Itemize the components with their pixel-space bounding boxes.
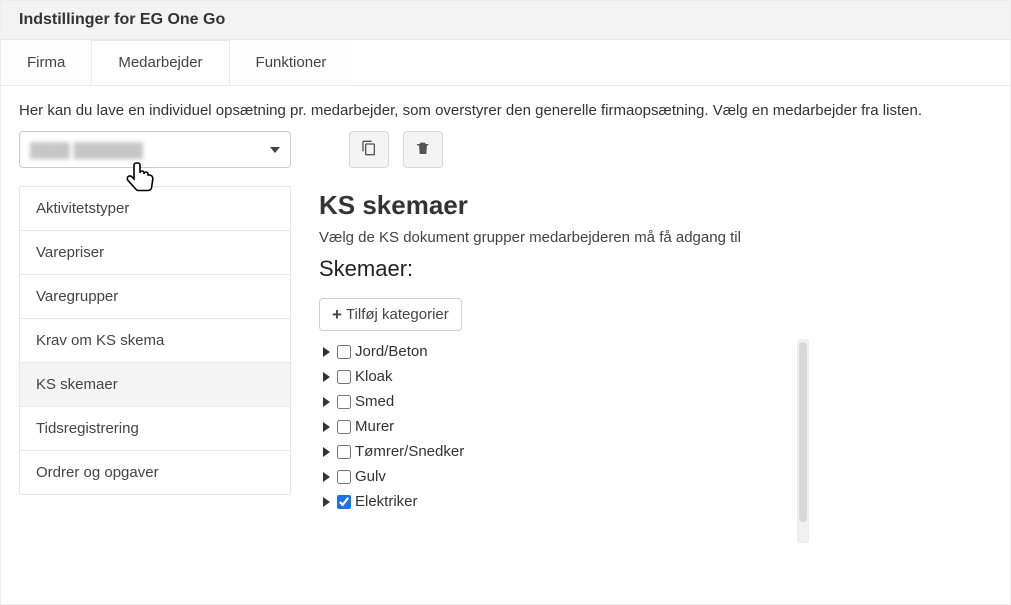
expand-icon[interactable] [319,347,333,357]
expand-icon[interactable] [319,472,333,482]
page-title: Indstillinger for EG One Go [1,1,1010,40]
section-subheading: Skemaer: [319,256,992,282]
sidebar-item-0[interactable]: Aktivitetstyper [20,187,290,231]
scrollbar-thumb[interactable] [799,342,807,522]
sidebar-item-5[interactable]: Tidsregistrering [20,407,290,451]
tab-medarbejder[interactable]: Medarbejder [91,40,229,85]
category-checkbox[interactable] [337,495,351,509]
category-row: Smed [319,389,791,414]
category-label[interactable]: Smed [355,393,394,410]
main-column: KS skemaer Vælg de KS dokument grupper m… [319,186,992,514]
category-row: Kloak [319,364,791,389]
chevron-down-icon [270,147,280,153]
category-checkbox[interactable] [337,470,351,484]
category-checkbox[interactable] [337,445,351,459]
sidebar-item-1[interactable]: Varepriser [20,231,290,275]
category-row: Murer [319,414,791,439]
expand-icon[interactable] [319,372,333,382]
add-categories-label: Tilføj kategorier [346,306,449,323]
copy-button[interactable] [349,131,389,168]
top-controls: ████ ███████ [1,125,1010,178]
category-tree: Jord/Beton Kloak Smed Murer Tømrer/Snedk… [319,339,809,514]
scrollbar[interactable] [797,339,809,543]
category-label[interactable]: Gulv [355,468,386,485]
expand-icon[interactable] [319,447,333,457]
category-checkbox[interactable] [337,395,351,409]
expand-icon[interactable] [319,422,333,432]
section-description: Vælg de KS dokument grupper medarbejdere… [319,229,992,246]
category-row: Jord/Beton [319,339,791,364]
tab-firma[interactable]: Firma [1,40,91,85]
sidebar-item-6[interactable]: Ordrer og opgaver [20,451,290,494]
category-label[interactable]: Tømrer/Snedker [355,443,464,460]
plus-icon: + [332,306,342,323]
category-tree-wrap: Jord/Beton Kloak Smed Murer Tømrer/Snedk… [319,339,809,514]
sidebar-item-2[interactable]: Varegrupper [20,275,290,319]
delete-button[interactable] [403,131,443,168]
trash-icon [415,140,431,159]
expand-icon[interactable] [319,397,333,407]
category-label[interactable]: Elektriker [355,493,418,510]
sidebar-item-4[interactable]: KS skemaer [20,363,290,407]
category-row: Gulv [319,464,791,489]
category-checkbox[interactable] [337,345,351,359]
sidebar-item-3[interactable]: Krav om KS skema [20,319,290,363]
category-row: Elektriker [319,489,791,514]
body-area: AktivitetstyperVarepriserVaregrupperKrav… [1,178,1010,520]
category-checkbox[interactable] [337,370,351,384]
tab-funktioner[interactable]: Funktioner [230,40,353,85]
category-label[interactable]: Jord/Beton [355,343,428,360]
settings-sidebar: AktivitetstyperVarepriserVaregrupperKrav… [19,186,291,495]
copy-icon [361,140,377,159]
intro-text: Her kan du lave en individuel opsætning … [1,86,1010,125]
expand-icon[interactable] [319,497,333,507]
category-checkbox[interactable] [337,420,351,434]
employee-select-value: ████ ███████ [30,142,143,158]
employee-select[interactable]: ████ ███████ [19,131,291,168]
category-label[interactable]: Kloak [355,368,393,385]
settings-window: Indstillinger for EG One Go FirmaMedarbe… [0,0,1011,605]
category-row: Tømrer/Snedker [319,439,791,464]
add-categories-button[interactable]: +Tilføj kategorier [319,298,462,331]
category-label[interactable]: Murer [355,418,394,435]
section-heading: KS skemaer [319,190,992,221]
tab-bar: FirmaMedarbejderFunktioner [1,40,1010,86]
